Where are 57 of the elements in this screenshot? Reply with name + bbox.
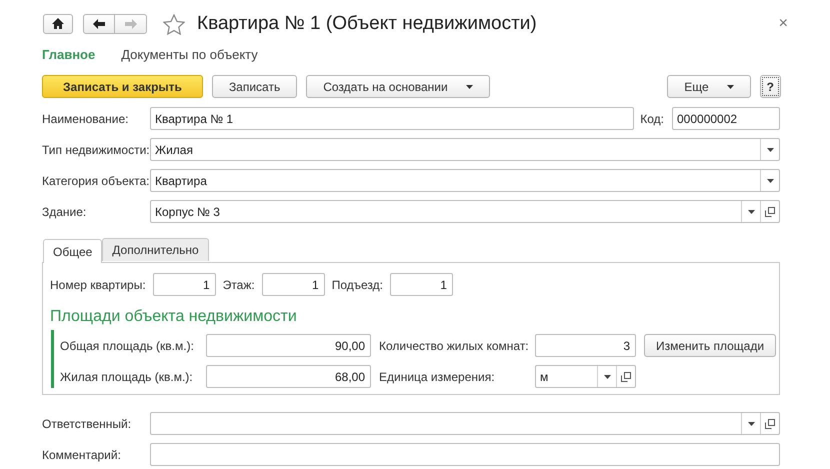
field-label: Здание:	[42, 204, 88, 218]
input-field[interactable]: 90,00	[206, 334, 371, 357]
open-icon[interactable]	[765, 418, 775, 428]
field-label: Код:	[640, 112, 664, 126]
tab[interactable]: Общее	[43, 239, 102, 263]
field-label: Количество жилых комнат:	[379, 338, 530, 352]
field-label: Жилая площадь (кв.м.):	[60, 370, 194, 384]
left-arrow-icon	[93, 18, 105, 30]
section-link[interactable]: Документы по объекту	[121, 47, 258, 62]
back-button[interactable]	[83, 14, 115, 34]
field-label: Общая площадь (кв.м.):	[60, 338, 195, 352]
help-button[interactable]: ?	[760, 75, 781, 98]
select-field[interactable]	[150, 412, 780, 435]
field-label: Единица измерения:	[379, 370, 496, 384]
input-field[interactable]: 1	[262, 273, 325, 296]
home-icon	[52, 18, 64, 30]
star-icon[interactable]	[163, 14, 185, 34]
change-areas-button[interactable]: Изменить площади	[644, 334, 776, 357]
save-close-button[interactable]: Записать и закрыть	[42, 75, 203, 98]
home-button[interactable]	[43, 14, 73, 34]
caret-icon	[726, 84, 734, 88]
select-field[interactable]: Квартира	[150, 169, 780, 192]
close-button[interactable]: ×	[778, 15, 788, 33]
caret-icon[interactable]	[604, 374, 610, 378]
field-label: Тип недвижимости:	[42, 142, 150, 156]
input-field[interactable]: 3	[535, 334, 636, 357]
section-link[interactable]: Главное	[42, 47, 96, 62]
caret-icon[interactable]	[766, 178, 774, 182]
open-icon[interactable]	[621, 372, 631, 382]
field-label: Номер квартиры:	[50, 278, 146, 292]
save-button[interactable]: Записать	[212, 75, 298, 98]
field-label: Ответственный:	[42, 416, 132, 430]
input-field[interactable]: 68,00	[206, 365, 371, 388]
dropdown-button[interactable]: Еще	[667, 75, 751, 98]
right-arrow-icon	[124, 18, 136, 30]
field-label: Категория объекта:	[42, 174, 150, 188]
window-title: Квартира № 1 (Объект недвижимости)	[197, 13, 538, 35]
select-field[interactable]: Корпус № 3	[150, 200, 780, 223]
caret-icon[interactable]	[766, 148, 774, 152]
field-label: Комментарий:	[42, 448, 122, 462]
select-field[interactable]: м	[535, 365, 636, 388]
caret-icon[interactable]	[748, 422, 754, 426]
field-label: Этаж:	[222, 278, 255, 292]
caret-icon	[466, 84, 473, 88]
field-label: Наименование:	[42, 112, 130, 126]
input-field[interactable]: Квартира № 1	[150, 107, 634, 130]
open-icon[interactable]	[765, 206, 775, 216]
input-field[interactable]: 1	[390, 273, 453, 296]
dropdown-button[interactable]: Создать на основании	[306, 75, 490, 98]
input-field[interactable]	[150, 443, 780, 466]
tab[interactable]: Дополнительно	[102, 238, 209, 261]
select-field[interactable]: Жилая	[150, 138, 780, 161]
input-field[interactable]: 000000002	[672, 107, 780, 130]
input-field[interactable]: 1	[152, 273, 216, 296]
field-label: Подъезд:	[332, 278, 383, 292]
section-heading: Площади объекта недвижимости	[50, 308, 298, 326]
caret-icon[interactable]	[748, 210, 754, 214]
